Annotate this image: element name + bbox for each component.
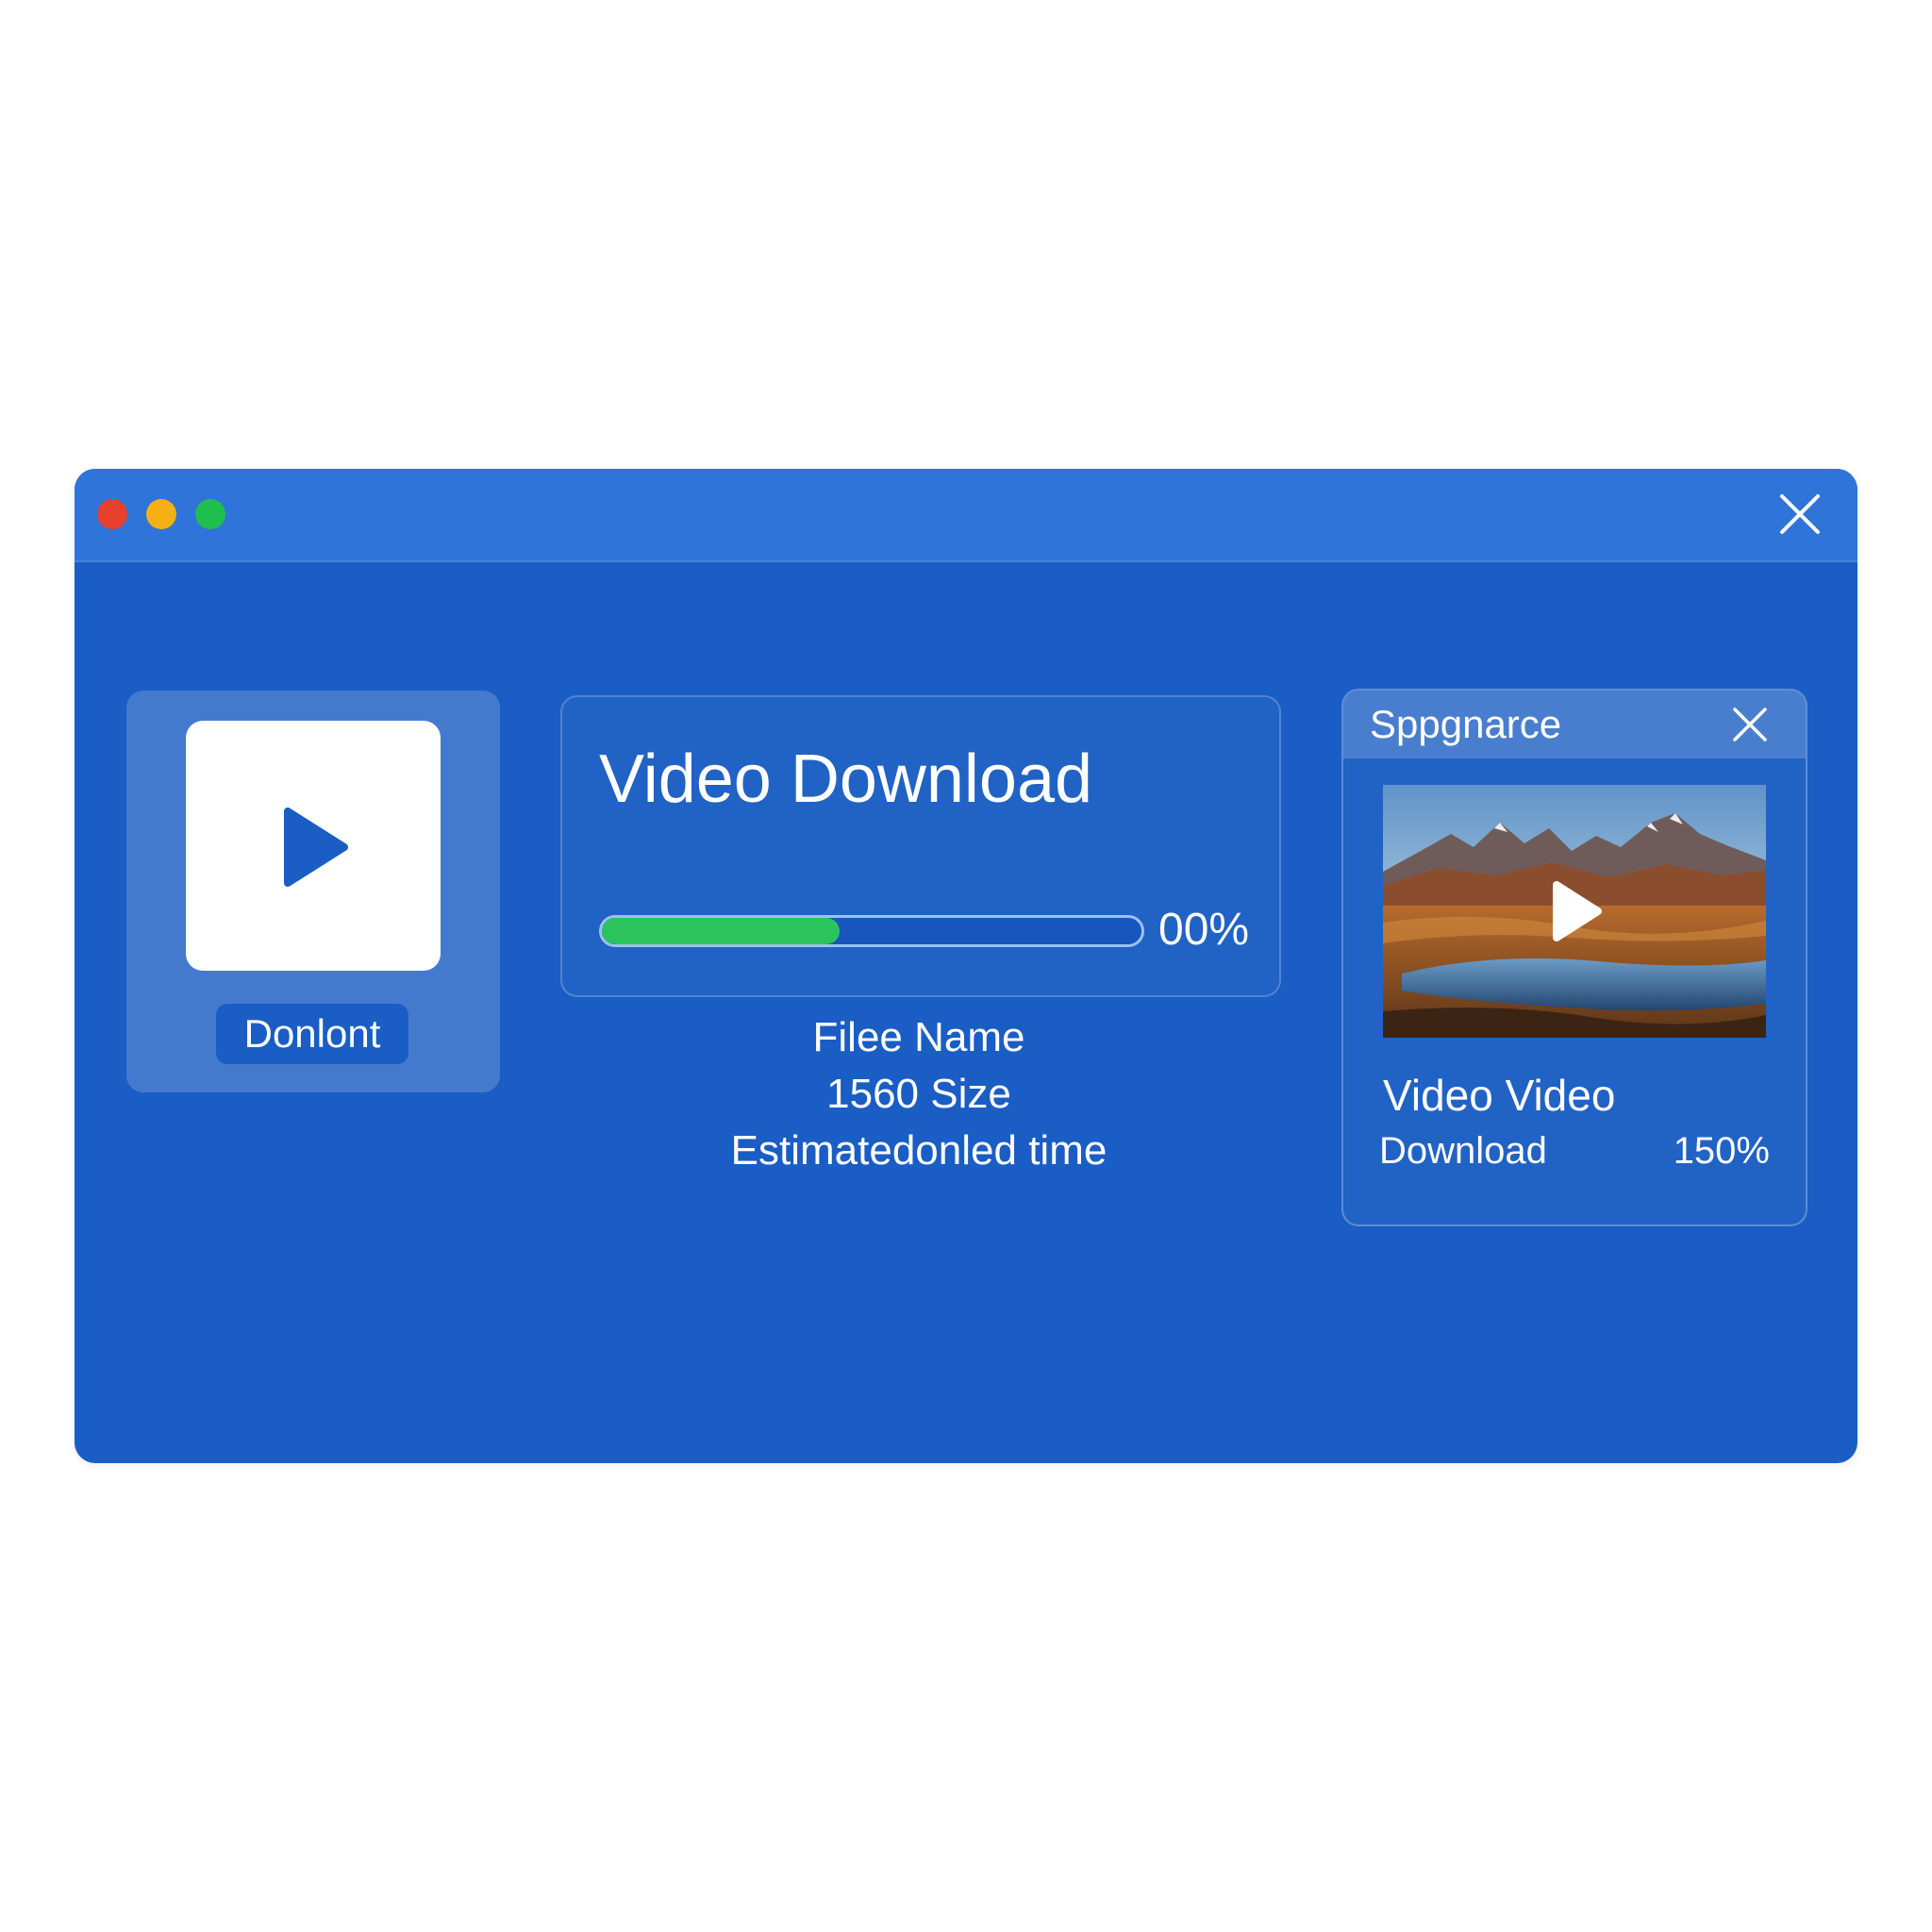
preview-download-percent: 150%	[1673, 1130, 1770, 1172]
download-button[interactable]: Donlont	[216, 1004, 408, 1064]
video-tile[interactable]	[186, 721, 441, 971]
left-download-card: Donlont	[126, 691, 500, 1092]
close-dot[interactable]	[97, 499, 127, 529]
preview-download-label: Download	[1379, 1130, 1547, 1172]
preview-video-title: Video Video	[1383, 1071, 1616, 1120]
progress-fill	[602, 918, 840, 944]
file-info: Filee Name 1560 Size Estimatedonled time	[560, 1009, 1277, 1179]
video-thumbnail[interactable]	[1383, 785, 1766, 1038]
play-icon	[284, 808, 348, 887]
estimated-time: Estimatedonled time	[730, 1127, 1108, 1174]
preview-header: Sppgnarce	[1343, 691, 1806, 758]
progress-bar	[599, 915, 1144, 947]
progress-percent: 00%	[1158, 905, 1250, 955]
download-window: Donlont Video Download 00% Filee Name 15…	[75, 469, 1857, 1463]
download-title: Video Download	[599, 741, 1093, 817]
zoom-dot[interactable]	[195, 499, 225, 529]
file-name: Filee Name	[812, 1014, 1025, 1060]
download-progress-card: Video Download 00%	[560, 695, 1281, 997]
file-size: 1560 Size	[826, 1071, 1011, 1117]
preview-header-title: Sppgnarce	[1370, 702, 1562, 746]
minimize-dot[interactable]	[146, 499, 176, 529]
title-bar	[75, 469, 1857, 562]
close-icon[interactable]	[1730, 705, 1770, 744]
video-preview-card: Sppgnarce Video Video Download 150%	[1341, 689, 1807, 1226]
close-icon[interactable]	[1773, 487, 1827, 541]
